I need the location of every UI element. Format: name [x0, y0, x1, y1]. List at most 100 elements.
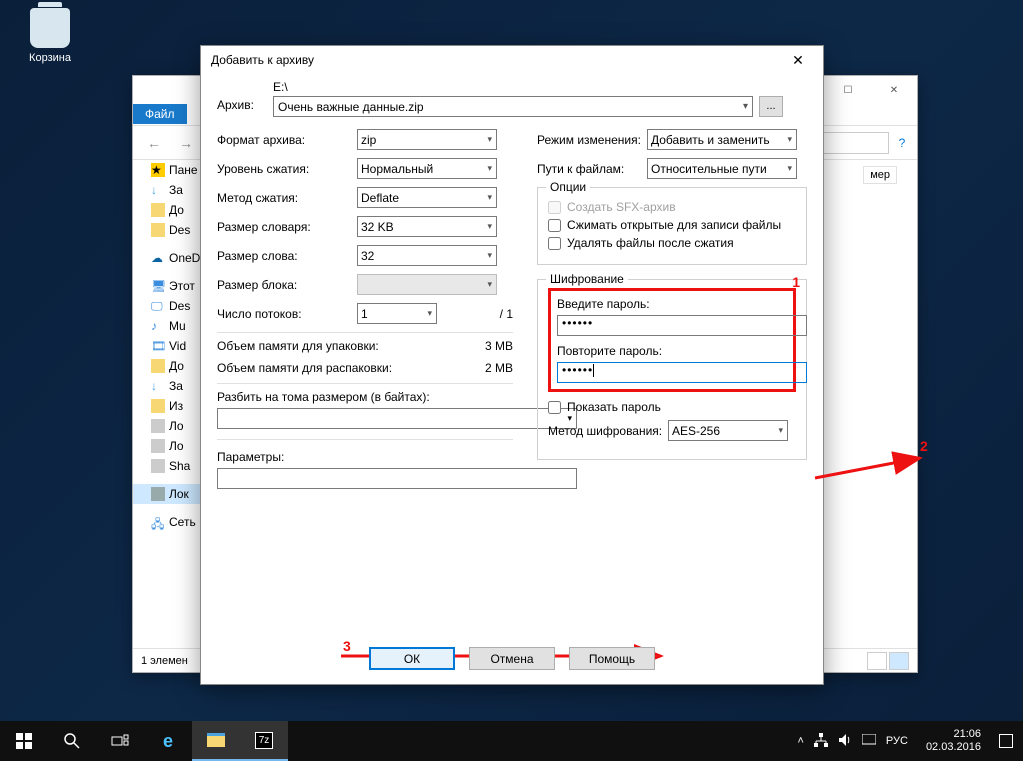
level-select[interactable]: Нормальный▾	[357, 158, 497, 179]
paths-label: Пути к файлам:	[537, 162, 647, 176]
split-label: Разбить на тома размером (в байтах):	[217, 390, 513, 404]
show-password-checkbox[interactable]: Показать пароль	[548, 400, 796, 414]
cancel-button[interactable]: Отмена	[469, 647, 555, 670]
clock-time: 21:06	[926, 728, 981, 741]
file-tab[interactable]: Файл	[133, 104, 187, 124]
method-label: Метод сжатия:	[217, 191, 357, 205]
tray-chevron-icon[interactable]: ˄	[797, 735, 803, 747]
shared-checkbox[interactable]: Сжимать открытые для записи файлы	[548, 218, 796, 232]
sidebar-item[interactable]: Ло	[133, 416, 210, 436]
password-repeat-label: Повторите пароль:	[557, 344, 787, 358]
close-button[interactable]: ✕	[871, 76, 917, 104]
sidebar-item[interactable]: ↓За	[133, 376, 210, 396]
enc-method-select[interactable]: AES-256▾	[668, 420, 788, 441]
sidebar-item[interactable]: 🖵Des	[133, 296, 210, 316]
recycle-bin[interactable]: Корзина	[20, 8, 80, 64]
tray-input-icon[interactable]	[862, 734, 876, 749]
dialog-title-text: Добавить к архиву	[211, 53, 783, 67]
tray-language[interactable]: РУС	[886, 735, 908, 747]
help-icon[interactable]: ?	[895, 136, 909, 150]
7zip-taskbar-button[interactable]: 7z	[240, 721, 288, 761]
params-label: Параметры:	[217, 450, 513, 464]
sfx-checkbox: Создать SFX-архив	[548, 200, 796, 214]
help-button[interactable]: Помощь	[569, 647, 655, 670]
archive-path-text: E:\	[273, 80, 807, 94]
view-buttons	[867, 652, 909, 670]
mem-unpack-value: 2 MB	[485, 361, 513, 375]
sidebar-item[interactable]: До	[133, 356, 210, 376]
system-tray: ˄ РУС 21:06 02.03.2016	[787, 728, 1023, 754]
sidebar-item[interactable]: 🖥Этот	[133, 276, 210, 296]
sidebar-item[interactable]: 🖧Сеть	[133, 512, 210, 532]
annotation-2: 2	[920, 438, 928, 454]
password-input[interactable]: ••••••	[557, 315, 807, 336]
status-text: 1 элемен	[141, 655, 188, 667]
back-button[interactable]: ←	[141, 135, 167, 151]
clock-date: 02.03.2016	[926, 741, 981, 754]
sidebar-item[interactable]: ★Пане	[133, 160, 210, 180]
sidebar-item[interactable]: Des	[133, 220, 210, 240]
view-icons-button[interactable]	[889, 652, 909, 670]
mem-pack-value: 3 MB	[485, 339, 513, 353]
dict-select[interactable]: 32 KB▾	[357, 216, 497, 237]
recycle-bin-label: Корзина	[20, 52, 80, 64]
options-group-title: Опции	[546, 180, 590, 194]
format-label: Формат архива:	[217, 133, 357, 147]
sidebar-item[interactable]: Ло	[133, 436, 210, 456]
tray-volume-icon[interactable]	[838, 733, 852, 750]
threads-select[interactable]: 1▾	[357, 303, 437, 324]
update-label: Режим изменения:	[537, 133, 647, 147]
paths-select[interactable]: Относительные пути▾	[647, 158, 797, 179]
threads-label: Число потоков:	[217, 307, 357, 321]
encryption-group: Шифрование 1 Введите пароль: •••••• Повт…	[537, 279, 807, 460]
recycle-bin-icon	[30, 8, 70, 48]
update-select[interactable]: Добавить и заменить▾	[647, 129, 797, 150]
browse-button[interactable]: ...	[759, 96, 783, 117]
word-select[interactable]: 32▾	[357, 245, 497, 266]
format-select[interactable]: zip▾	[357, 129, 497, 150]
archive-name-value: Очень важные данные.zip	[278, 100, 424, 114]
add-to-archive-dialog: Добавить к архиву ✕ Архив: E:\ Очень важ…	[200, 45, 824, 685]
sidebar-item[interactable]: ↓За	[133, 180, 210, 200]
level-label: Уровень сжатия:	[217, 162, 357, 176]
method-select[interactable]: Deflate▾	[357, 187, 497, 208]
column-header[interactable]: мер	[863, 166, 897, 184]
word-label: Размер слова:	[217, 249, 357, 263]
sidebar-item[interactable]: До	[133, 200, 210, 220]
split-combo[interactable]: ▾	[217, 408, 577, 429]
chevron-down-icon: ▾	[743, 101, 748, 112]
forward-button[interactable]: →	[173, 135, 199, 151]
sidebar-item[interactable]: ♪Mu	[133, 316, 210, 336]
delete-checkbox[interactable]: Удалять файлы после сжатия	[548, 236, 796, 250]
block-label: Размер блока:	[217, 278, 357, 292]
explorer-taskbar-button[interactable]	[192, 721, 240, 761]
block-select: ▾	[357, 274, 497, 295]
mem-unpack-label: Объем памяти для распаковки:	[217, 361, 485, 375]
params-input[interactable]	[217, 468, 577, 489]
sidebar-item[interactable]: ☁OneD	[133, 248, 210, 268]
tray-network-icon[interactable]	[814, 733, 828, 750]
sidebar-item[interactable]: Лок	[133, 484, 210, 504]
sidebar-item[interactable]: Из	[133, 396, 210, 416]
encryption-group-title: Шифрование	[546, 272, 628, 286]
archive-label: Архив:	[217, 80, 273, 112]
archive-name-combo[interactable]: Очень важные данные.zip ▾	[273, 96, 753, 117]
edge-button[interactable]: e	[144, 721, 192, 761]
tray-clock[interactable]: 21:06 02.03.2016	[918, 728, 989, 754]
dialog-close-button[interactable]: ✕	[783, 52, 813, 69]
options-group: Опции Создать SFX-архив Сжимать открытые…	[537, 187, 807, 265]
maximize-button[interactable]: ☐	[825, 76, 871, 104]
sidebar-item[interactable]: Sha	[133, 456, 210, 476]
taskbar: e 7z ˄ РУС 21:06 02.03.2016	[0, 721, 1023, 761]
search-button[interactable]	[48, 721, 96, 761]
taskview-button[interactable]	[96, 721, 144, 761]
password-repeat-input[interactable]: ••••••	[557, 362, 807, 383]
ok-button[interactable]: ОК	[369, 647, 455, 670]
view-details-button[interactable]	[867, 652, 887, 670]
password-label: Введите пароль:	[557, 297, 787, 311]
start-button[interactable]	[0, 721, 48, 761]
threads-max: / 1	[500, 307, 513, 321]
tray-notifications-icon[interactable]	[999, 734, 1013, 748]
dialog-buttons: ОК Отмена Помощь	[201, 647, 823, 670]
sidebar-item[interactable]: 🎞Vid	[133, 336, 210, 356]
